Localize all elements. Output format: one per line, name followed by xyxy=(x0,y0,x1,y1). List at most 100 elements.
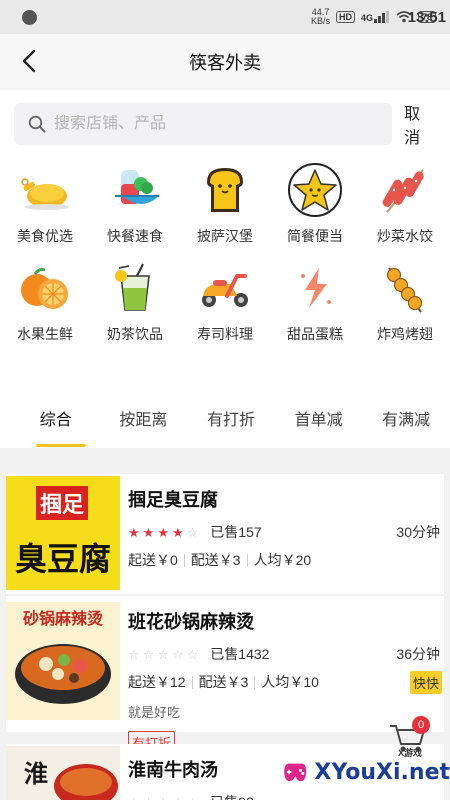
cart-count-badge: 0 xyxy=(412,716,430,734)
category-item[interactable]: 披萨汉堡 xyxy=(180,162,270,248)
sold-count: 已售1432 xyxy=(210,646,270,662)
hd-icon: HD xyxy=(335,11,355,23)
category-item[interactable]: 美食优选 xyxy=(0,162,90,248)
gamepad-logo-icon xyxy=(284,763,307,782)
search-row: 取消 xyxy=(0,90,450,158)
star-filled-icon: ★ xyxy=(142,524,155,540)
tab-first-order[interactable]: 首单减 xyxy=(275,388,363,446)
shop-fees: 起送￥0 配送￥3 人均￥20 xyxy=(128,550,444,570)
tab-distance[interactable]: 按距离 xyxy=(100,388,188,446)
shop-logo: 淮 xyxy=(6,746,120,800)
min-order: 起送￥0 xyxy=(128,552,178,568)
cancel-button[interactable]: 取消 xyxy=(404,100,436,148)
scooter-icon xyxy=(202,274,248,307)
shop-stats: ☆ ☆ ☆ ☆ ☆ 已售1432 36分钟 xyxy=(128,644,444,664)
star-empty-icon: ☆ xyxy=(171,646,184,662)
category-label: 奶茶饮品 xyxy=(107,326,163,342)
sort-tabs: 综合 按距离 有打折 首单减 有满减 xyxy=(0,388,450,447)
tab-discount[interactable]: 有打折 xyxy=(187,388,275,446)
star-empty-icon: ☆ xyxy=(187,796,199,800)
sausage-skewer-icon xyxy=(382,169,424,213)
category-item[interactable]: 炸鸡烤翅 xyxy=(360,260,450,346)
category-grid: 美食优选 快餐速食 披萨汉堡 简餐便当 炒菜水饺 水果生鲜 奶茶饮品 寿司料理 … xyxy=(0,162,450,346)
shop-card[interactable]: 砂锅麻辣烫 班花砂锅麻辣烫 ☆ ☆ ☆ ☆ ☆ 已售1432 36分钟 起送￥1… xyxy=(6,596,444,754)
category-item[interactable]: 简餐便当 xyxy=(270,162,360,248)
category-item[interactable]: 水果生鲜 xyxy=(0,260,90,346)
search-box[interactable] xyxy=(14,103,393,145)
category-item[interactable]: 炒菜水饺 xyxy=(360,162,450,248)
tab-full-reduction[interactable]: 有满减 xyxy=(362,388,450,446)
category-item[interactable]: 寿司料理 xyxy=(180,260,270,346)
category-label: 寿司料理 xyxy=(197,326,253,342)
notification-icon xyxy=(22,9,37,25)
shop-logo-text-bottom: 臭豆腐 xyxy=(15,540,111,578)
category-label: 炸鸡烤翅 xyxy=(377,326,433,342)
shop-logo-text-top: 掴足 xyxy=(40,493,84,518)
category-label: 水果生鲜 xyxy=(17,326,73,342)
category-label: 甜品蛋糕 xyxy=(287,326,343,342)
shop-slogan: 就是好吃 xyxy=(128,705,181,720)
drink-icon xyxy=(115,263,150,311)
star-empty-icon: ☆ xyxy=(142,646,155,662)
chevron-left-icon xyxy=(22,49,36,73)
shop-card[interactable]: 掴足 臭豆腐 掴足臭豆腐 ★ ★ ★ ★ ☆ 已售157 30分钟 起送￥0 配… xyxy=(6,474,444,594)
per-capita: 人均￥10 xyxy=(261,674,319,690)
star-empty-icon: ☆ xyxy=(128,646,140,662)
min-order: 起送￥12 xyxy=(128,674,186,690)
shop-logo-text: 砂锅麻辣烫 xyxy=(23,609,104,628)
category-label: 美食优选 xyxy=(17,228,73,244)
divider xyxy=(183,553,185,567)
divider xyxy=(191,675,193,689)
roast-chicken-icon xyxy=(21,178,69,210)
rating-stars: ☆ ☆ ☆ ☆ ☆ xyxy=(128,648,198,661)
sold-count: 已售157 xyxy=(210,524,262,540)
star-empty-icon: ☆ xyxy=(186,646,199,662)
divider xyxy=(254,675,256,689)
toast-icon xyxy=(207,168,243,212)
back-button[interactable] xyxy=(14,46,44,76)
category-item[interactable]: 快餐速食 xyxy=(90,162,180,248)
star-icon xyxy=(288,163,342,217)
category-label: 简餐便当 xyxy=(287,228,343,244)
search-icon xyxy=(28,115,46,133)
fast-delivery-badge: 快快 xyxy=(409,670,442,694)
category-item[interactable]: 甜品蛋糕 xyxy=(270,260,360,346)
signal-icon: 4G xyxy=(361,11,390,23)
active-tab-indicator xyxy=(36,444,86,447)
category-item[interactable]: 奶茶饮品 xyxy=(90,260,180,346)
shop-logo-text: 淮 xyxy=(24,759,48,788)
category-label: 炒菜水饺 xyxy=(377,228,433,244)
watermark-text: XYouXi.net xyxy=(314,759,450,785)
shop-info: 掴足臭豆腐 ★ ★ ★ ★ ☆ 已售157 30分钟 起送￥0 配送￥3 人均￥… xyxy=(120,474,444,594)
lightning-icon xyxy=(301,268,331,308)
page-title: 筷客外卖 xyxy=(189,53,261,73)
shop-name: 掴足臭豆腐 xyxy=(128,490,218,510)
category-label: 快餐速食 xyxy=(107,228,163,244)
sold-count: 已售92 xyxy=(210,792,254,800)
tab-comprehensive[interactable]: 综合 xyxy=(12,388,100,447)
delivery-fee: 配送￥3 xyxy=(190,552,241,568)
star-filled-icon: ★ xyxy=(157,524,169,540)
watermark-sub: X游戏 xyxy=(398,748,423,758)
star-filled-icon: ★ xyxy=(171,524,184,540)
search-input[interactable] xyxy=(54,115,354,133)
divider xyxy=(246,553,248,567)
status-time: 13:51 xyxy=(407,8,446,26)
orange-icon xyxy=(21,268,68,309)
shop-info: 班花砂锅麻辣烫 ☆ ☆ ☆ ☆ ☆ 已售1432 36分钟 起送￥12 配送￥3… xyxy=(120,596,444,754)
star-empty-icon: ☆ xyxy=(157,796,169,800)
shop-name: 班花砂锅麻辣烫 xyxy=(128,612,254,632)
star-empty-icon: ☆ xyxy=(157,646,169,662)
watermark: XYouXi.net X游戏 xyxy=(280,744,450,800)
fast-food-icon xyxy=(115,170,159,204)
star-filled-icon: ★ xyxy=(128,524,140,540)
delivery-time: 36分钟 xyxy=(396,646,440,662)
rating-stars: ★ ★ ★ ★ ☆ xyxy=(128,526,198,539)
delivery-fee: 配送￥3 xyxy=(198,674,249,690)
shop-logo: 掴足 臭豆腐 xyxy=(6,476,120,590)
per-capita: 人均￥20 xyxy=(253,552,312,568)
shop-stats: ★ ★ ★ ★ ☆ 已售157 30分钟 xyxy=(128,522,444,542)
star-empty-icon: ☆ xyxy=(128,796,140,800)
status-bar: 13:51 44.7 KB/s HD 4G 78 xyxy=(0,0,450,34)
shop-logo: 砂锅麻辣烫 xyxy=(6,602,120,720)
